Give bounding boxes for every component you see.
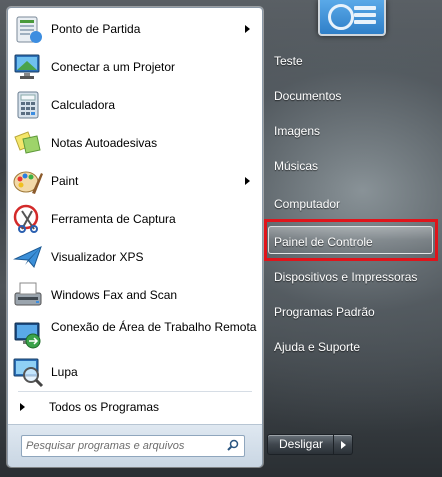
program-label: Paint xyxy=(51,173,79,188)
right-item-control-panel[interactable]: Painel de Controle xyxy=(274,235,373,249)
snipping-tool-icon xyxy=(13,204,39,233)
shutdown-options-button[interactable] xyxy=(334,434,354,455)
right-item-music[interactable]: Músicas xyxy=(274,159,318,173)
program-snipping-tool[interactable]: Ferramenta de Captura xyxy=(8,200,262,238)
calculator-icon xyxy=(17,91,39,119)
right-item-computer[interactable]: Computador xyxy=(274,197,340,211)
separator xyxy=(18,391,252,392)
right-item-pictures[interactable]: Imagens xyxy=(274,124,320,138)
all-programs-arrow-icon xyxy=(20,403,25,411)
all-programs-button[interactable]: Todos os Programas xyxy=(8,396,262,418)
program-paint[interactable]: Paint xyxy=(8,162,262,200)
magnifier-icon xyxy=(13,358,44,388)
shutdown-arrow-icon xyxy=(341,441,347,449)
program-label: Lupa xyxy=(51,364,78,379)
program-xps-viewer[interactable]: Visualizador XPS xyxy=(8,238,262,276)
right-item-default-programs[interactable]: Programas Padrão xyxy=(274,305,375,319)
paint-icon xyxy=(13,171,43,194)
user-picture-graphic xyxy=(328,4,354,30)
right-item-devices-printers[interactable]: Dispositivos e Impressoras xyxy=(274,270,417,284)
start-menu-programs-pane: Ponto de Partida Conectar a um Projetor … xyxy=(7,7,263,467)
fax-scan-icon xyxy=(14,282,42,306)
program-calculator[interactable]: Calculadora xyxy=(8,86,262,124)
program-fax-scan[interactable]: Windows Fax and Scan xyxy=(8,276,262,314)
submenu-arrow-icon[interactable] xyxy=(245,177,250,185)
getting-started-icon xyxy=(16,16,42,43)
remote-desktop-icon xyxy=(14,322,41,349)
program-remote-desktop[interactable]: Conexão de Área de Trabalho Remota xyxy=(8,314,262,356)
projector-icon xyxy=(14,54,40,79)
program-magnifier[interactable]: Lupa xyxy=(8,353,262,391)
search-area xyxy=(8,424,262,467)
program-label: Ferramenta de Captura xyxy=(51,211,176,226)
search-input[interactable] xyxy=(26,437,216,454)
sticky-notes-icon xyxy=(14,131,41,154)
user-picture-bar xyxy=(354,13,376,17)
user-picture-bar xyxy=(354,6,376,10)
user-picture-bar xyxy=(354,20,376,24)
program-getting-started[interactable]: Ponto de Partida xyxy=(8,10,262,48)
program-sticky-notes[interactable]: Notas Autoadesivas xyxy=(8,124,262,162)
xps-viewer-icon xyxy=(13,246,42,268)
all-programs-label: Todos os Programas xyxy=(49,400,160,414)
submenu-arrow-icon[interactable] xyxy=(245,25,250,33)
program-label: Visualizador XPS xyxy=(51,249,144,264)
program-label: Windows Fax and Scan xyxy=(51,287,178,302)
program-label: Ponto de Partida xyxy=(51,21,141,36)
shutdown-button[interactable]: Desligar xyxy=(267,434,335,455)
program-connect-projector[interactable]: Conectar a um Projetor xyxy=(8,48,262,86)
program-label: Calculadora xyxy=(51,97,116,112)
search-icon[interactable] xyxy=(227,439,239,451)
shutdown-group: Desligar xyxy=(267,434,354,455)
user-picture[interactable] xyxy=(318,0,386,36)
right-item-help-support[interactable]: Ajuda e Suporte xyxy=(274,340,360,354)
search-box[interactable] xyxy=(21,435,245,457)
program-label: Conectar a um Projetor xyxy=(51,59,176,74)
right-item-documents[interactable]: Documentos xyxy=(274,89,341,103)
program-label: Conexão de Área de Trabalho Remota xyxy=(51,320,257,334)
program-label: Notas Autoadesivas xyxy=(51,135,158,150)
right-item-teste[interactable]: Teste xyxy=(274,54,303,68)
